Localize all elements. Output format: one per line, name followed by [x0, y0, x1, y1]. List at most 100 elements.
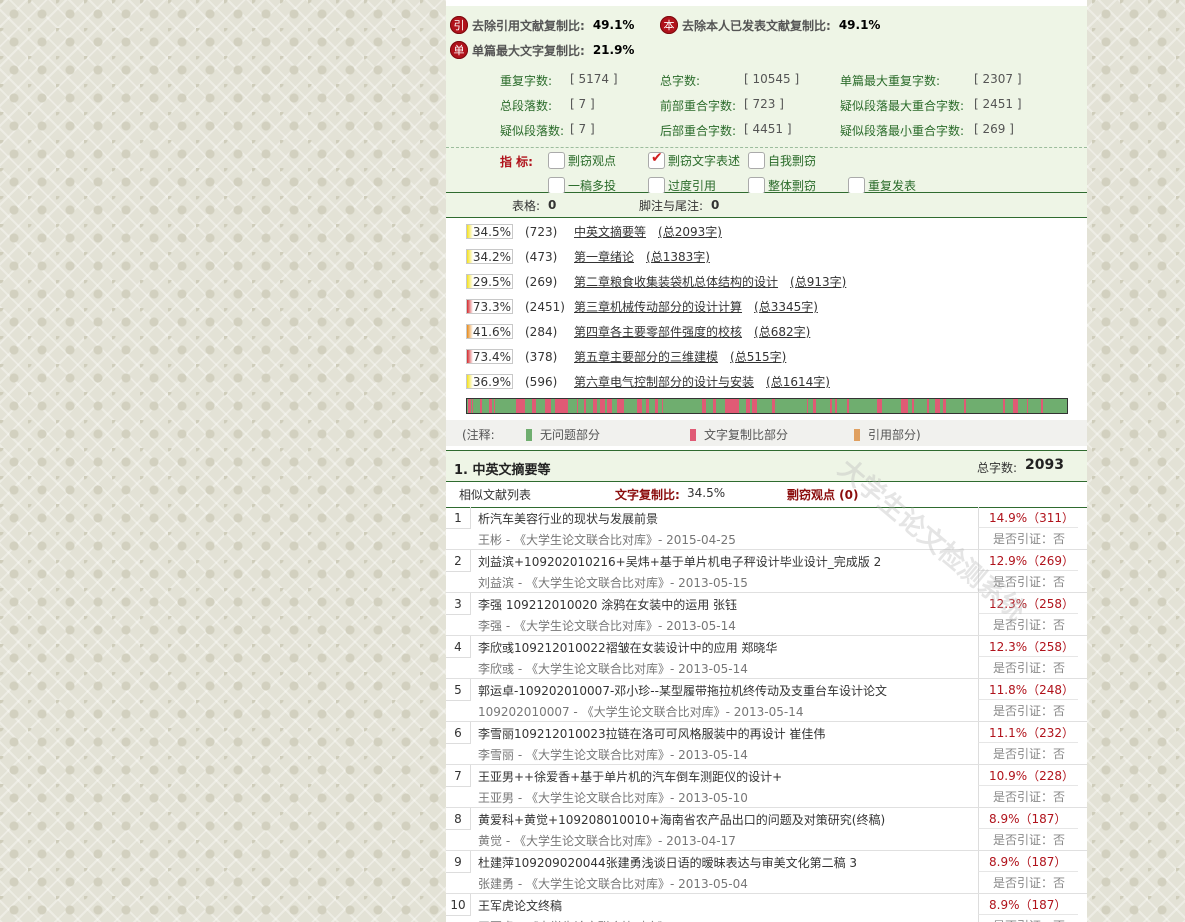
- stat-label: 总字数:: [660, 74, 701, 88]
- indicator-checkbox[interactable]: 过度引用: [648, 177, 716, 194]
- result-row[interactable]: 7 王亚男++徐爱香+基于单片机的汽车倒车测距仪的设计+ 王亚男 - 《大学生论文联…: [446, 765, 1087, 808]
- result-row[interactable]: 4 李欣彧109212010022褶皱在女装设计中的应用 郑晓华 李欣彧 - 《大学…: [446, 636, 1087, 679]
- indicator-checkbox[interactable]: 剽窃观点: [548, 152, 616, 169]
- stat-label: 疑似段落最大重合字数:: [840, 99, 965, 113]
- stat-value: [ 7 ]: [570, 97, 595, 111]
- chapter-percent-badge: 73.4%: [466, 349, 513, 364]
- distribution-segment: [480, 399, 482, 413]
- result-row[interactable]: 5 郭运卓-109202010007-邓小珍--某型履带拖拉机终传动及支重台车设计…: [446, 679, 1087, 722]
- distribution-segment: [807, 399, 808, 413]
- chapter-name[interactable]: 第三章机械传动部分的设计计算: [574, 300, 742, 314]
- indicator-checkbox[interactable]: 剽窃文字表述: [648, 150, 740, 169]
- result-score: 12.3%（258）: [978, 593, 1078, 614]
- checkbox-icon[interactable]: [648, 150, 665, 169]
- distribution-segment: [943, 399, 946, 413]
- checkbox-icon[interactable]: [748, 152, 765, 169]
- distribution-segment: [545, 399, 551, 413]
- chapter-name[interactable]: 第二章粮食收集装袋机总体结构的设计: [574, 275, 778, 289]
- result-row[interactable]: 10 王军虎论文终稿王军虎 - 《大学生论文联合比对库》- 2013-05-04 8…: [446, 894, 1087, 922]
- stat-label: 前部重合字数:: [660, 99, 737, 113]
- distribution-segment: [746, 399, 750, 413]
- checkbox-icon[interactable]: [748, 177, 765, 194]
- chapter-link[interactable]: 第一章绪论 (总1383字): [574, 248, 710, 265]
- chapter-total: (总515字): [730, 350, 787, 364]
- chapter-row: 41.6% (284) 第四章各主要零部件强度的校核 (总682字): [446, 319, 1087, 344]
- result-title[interactable]: 黄爱科+黄觉+109208010010+海南省农产品出口的问题及对策研究(终稿): [478, 811, 885, 828]
- chapter-name[interactable]: 中英文摘要等: [574, 225, 646, 239]
- stat-value: [ 723 ]: [744, 97, 784, 111]
- legend-cite-swatch: [854, 428, 860, 441]
- chapter-total: (总682字): [754, 325, 811, 339]
- result-title[interactable]: 王军虎论文终稿: [478, 897, 562, 914]
- result-score: 12.9%（269）: [978, 550, 1078, 571]
- indicator-checkbox[interactable]: 重复发表: [848, 177, 916, 194]
- exclude-cite-line: 引 去除引用文献复制比: 49.1%: [450, 14, 634, 36]
- chapter-link[interactable]: 第二章粮食收集装袋机总体结构的设计 (总913字): [574, 273, 846, 290]
- stat-item: 总段落数: [ 7 ]: [500, 97, 595, 114]
- legend-note: (注释:: [462, 428, 495, 442]
- result-cite-status: 是否引证：否: [978, 700, 1078, 721]
- result-title[interactable]: 李强 109212010020 涂鸦在女装中的运用 张钰: [478, 596, 737, 613]
- result-row[interactable]: 3 李强 109212010020 涂鸦在女装中的运用 张钰 李强 - 《大学生论文…: [446, 593, 1087, 636]
- result-number: 7: [446, 765, 471, 787]
- exclude-cite-label: 去除引用文献复制比:: [472, 18, 585, 33]
- result-title[interactable]: 王亚男++徐爱香+基于单片机的汽车倒车测距仪的设计+: [478, 768, 782, 785]
- chapter-name[interactable]: 第一章绪论: [574, 250, 634, 264]
- chapter-percent-badge: 73.3%: [466, 299, 513, 314]
- chapter-link[interactable]: 第四章各主要零部件强度的校核 (总682字): [574, 323, 810, 340]
- indicator-label-text: 剽窃观点: [568, 154, 617, 168]
- checkbox-icon[interactable]: [848, 177, 865, 194]
- result-score: 11.8%（248）: [978, 679, 1078, 700]
- distribution-segment: [964, 399, 966, 413]
- result-row[interactable]: 2 刘益滨+109202010216+吴炜+基于单片机电子秤设计毕业设计_完成版 …: [446, 550, 1087, 593]
- checkbox-icon[interactable]: [648, 177, 665, 194]
- distribution-segment: [584, 399, 586, 413]
- result-row[interactable]: 1 析汽车美容行业的现状与发展前景 王彬 - 《大学生论文联合比对库》- 2015-…: [446, 507, 1087, 550]
- single-seal-icon: 单: [450, 41, 468, 59]
- checkbox-icon[interactable]: [548, 177, 565, 194]
- stat-item: 总字数: [ 10545 ]: [660, 72, 799, 89]
- stat-item: 单篇最大重复字数: [ 2307 ]: [840, 72, 1022, 89]
- chapter-link[interactable]: 第五章主要部分的三维建模 (总515字): [574, 348, 786, 365]
- chapter-name[interactable]: 第六章电气控制部分的设计与安装: [574, 375, 754, 389]
- stat-label: 疑似段落数:: [500, 124, 565, 138]
- result-row[interactable]: 8 黄爱科+黄觉+109208010010+海南省农产品出口的问题及对策研究(终稿…: [446, 808, 1087, 851]
- plagiarism-count: 剽窃观点 (0): [787, 488, 859, 502]
- result-row[interactable]: 6 李雪丽109212010023拉链在洛可可风格服装中的再设计 崔佳伟 李雪丽 -…: [446, 722, 1087, 765]
- chapter-count: (596): [525, 374, 558, 389]
- result-title[interactable]: 郭运卓-109202010007-邓小珍--某型履带拖拉机终传动及支重台车设计论…: [478, 682, 887, 699]
- section-total-label: 总字数:: [977, 461, 1018, 475]
- chapter-percent-badge: 29.5%: [466, 274, 513, 289]
- legend-cite: 引用部分): [854, 426, 921, 443]
- chapter-link[interactable]: 第六章电气控制部分的设计与安装 (总1614字): [574, 373, 830, 390]
- distribution-segment: [577, 399, 578, 413]
- chapter-count: (378): [525, 349, 558, 364]
- tables-label: 表格:: [512, 198, 541, 213]
- result-title[interactable]: 刘益滨+109202010216+吴炜+基于单片机电子秤设计毕业设计_完成版 2: [478, 553, 881, 570]
- chapter-percent-text: 34.2%: [472, 249, 511, 264]
- result-title[interactable]: 杜建萍109209020044张建勇浅谈日语的暧昧表达与审美文化第二稿 3: [478, 854, 857, 871]
- distribution-segment: [1041, 399, 1043, 413]
- checkbox-icon[interactable]: [548, 152, 565, 169]
- distribution-segment: [593, 399, 597, 413]
- chapter-percent-text: 34.5%: [472, 224, 511, 239]
- result-title[interactable]: 李欣彧109212010022褶皱在女装设计中的应用 郑晓华: [478, 639, 777, 656]
- result-source: 李强 - 《大学生论文联合比对库》- 2013-05-14: [478, 619, 736, 633]
- result-row[interactable]: 9 杜建萍109209020044张建勇浅谈日语的暧昧表达与审美文化第二稿 3 张建…: [446, 851, 1087, 894]
- chapter-count: (2451): [525, 299, 565, 314]
- single-max-line: 单 单篇最大文字复制比: 21.9%: [450, 39, 634, 61]
- distribution-segment: [830, 399, 832, 413]
- result-title[interactable]: 李雪丽109212010023拉链在洛可可风格服装中的再设计 崔佳伟: [478, 725, 825, 742]
- chapter-row: 36.9% (596) 第六章电气控制部分的设计与安装 (总1614字): [446, 369, 1087, 394]
- indicator-checkbox[interactable]: 一稿多投: [548, 177, 616, 194]
- chapter-link[interactable]: 中英文摘要等 (总2093字): [574, 223, 722, 240]
- chapter-link[interactable]: 第三章机械传动部分的设计计算 (总3345字): [574, 298, 818, 315]
- indicator-checkbox[interactable]: 自我剽窃: [748, 152, 816, 169]
- chapter-percent-badge: 34.5%: [466, 224, 513, 239]
- indicator-checkbox[interactable]: 整体剽窃: [748, 177, 816, 194]
- chapter-name[interactable]: 第四章各主要零部件强度的校核: [574, 325, 742, 339]
- result-title[interactable]: 析汽车美容行业的现状与发展前景: [478, 510, 658, 527]
- distribution-segment: [927, 399, 929, 413]
- chapter-name[interactable]: 第五章主要部分的三维建模: [574, 350, 718, 364]
- indicator-label-text: 自我剽窃: [768, 154, 817, 168]
